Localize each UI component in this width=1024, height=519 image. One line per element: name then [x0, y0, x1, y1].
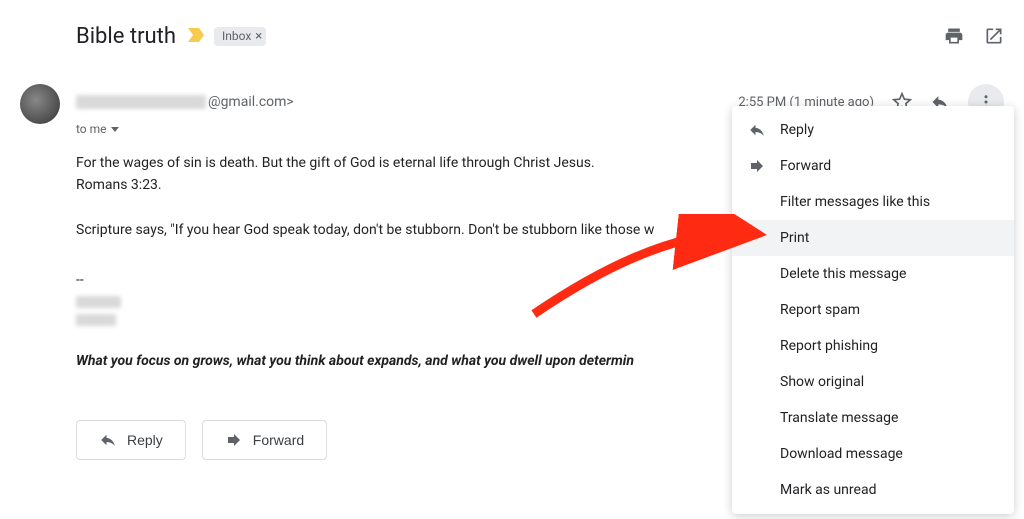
reply-button-label: Reply — [127, 432, 163, 448]
menu-label: Report phishing — [780, 338, 998, 354]
menu-report-phishing[interactable]: Report phishing — [732, 328, 1014, 364]
chevron-down-icon — [111, 127, 119, 132]
menu-label: Forward — [780, 158, 998, 174]
menu-mark-unread[interactable]: Mark as unread — [732, 472, 1014, 508]
email-subject: Bible truth — [76, 24, 176, 49]
signature-redacted — [76, 314, 116, 326]
menu-filter[interactable]: Filter messages like this — [732, 184, 1014, 220]
menu-reply[interactable]: Reply — [732, 112, 1014, 148]
menu-forward[interactable]: Forward — [732, 148, 1014, 184]
menu-label: Delete this message — [780, 266, 998, 282]
importance-marker-icon[interactable] — [188, 27, 206, 46]
open-new-window-icon[interactable] — [984, 26, 1004, 46]
menu-download[interactable]: Download message — [732, 436, 1014, 472]
label-text: Inbox — [222, 29, 251, 43]
forward-icon — [748, 157, 780, 175]
print-icon[interactable] — [944, 26, 964, 46]
menu-label: Reply — [780, 122, 998, 138]
menu-label: Report spam — [780, 302, 998, 318]
forward-button[interactable]: Forward — [202, 420, 327, 460]
menu-label: Translate message — [780, 410, 998, 426]
menu-label: Show original — [780, 374, 998, 390]
forward-button-label: Forward — [253, 432, 304, 448]
menu-report-spam[interactable]: Report spam — [732, 292, 1014, 328]
menu-label: Download message — [780, 446, 998, 462]
recipient-text: to me — [76, 122, 107, 136]
menu-print[interactable]: Print — [732, 220, 1014, 256]
more-actions-menu: Reply Forward Filter messages like this … — [732, 106, 1014, 514]
menu-translate[interactable]: Translate message — [732, 400, 1014, 436]
label-remove-icon[interactable]: × — [255, 29, 262, 44]
sender-email: @gmail.com> — [208, 94, 294, 110]
menu-label: Mark as unread — [780, 482, 998, 498]
menu-show-original[interactable]: Show original — [732, 364, 1014, 400]
reply-icon — [748, 121, 780, 139]
signature-redacted — [76, 296, 121, 308]
sender-name-redacted — [76, 95, 206, 109]
avatar[interactable] — [20, 84, 60, 124]
menu-label: Filter messages like this — [780, 194, 998, 210]
reply-button[interactable]: Reply — [76, 420, 186, 460]
menu-delete[interactable]: Delete this message — [732, 256, 1014, 292]
menu-label: Print — [780, 230, 998, 246]
label-inbox[interactable]: Inbox × — [214, 27, 266, 46]
